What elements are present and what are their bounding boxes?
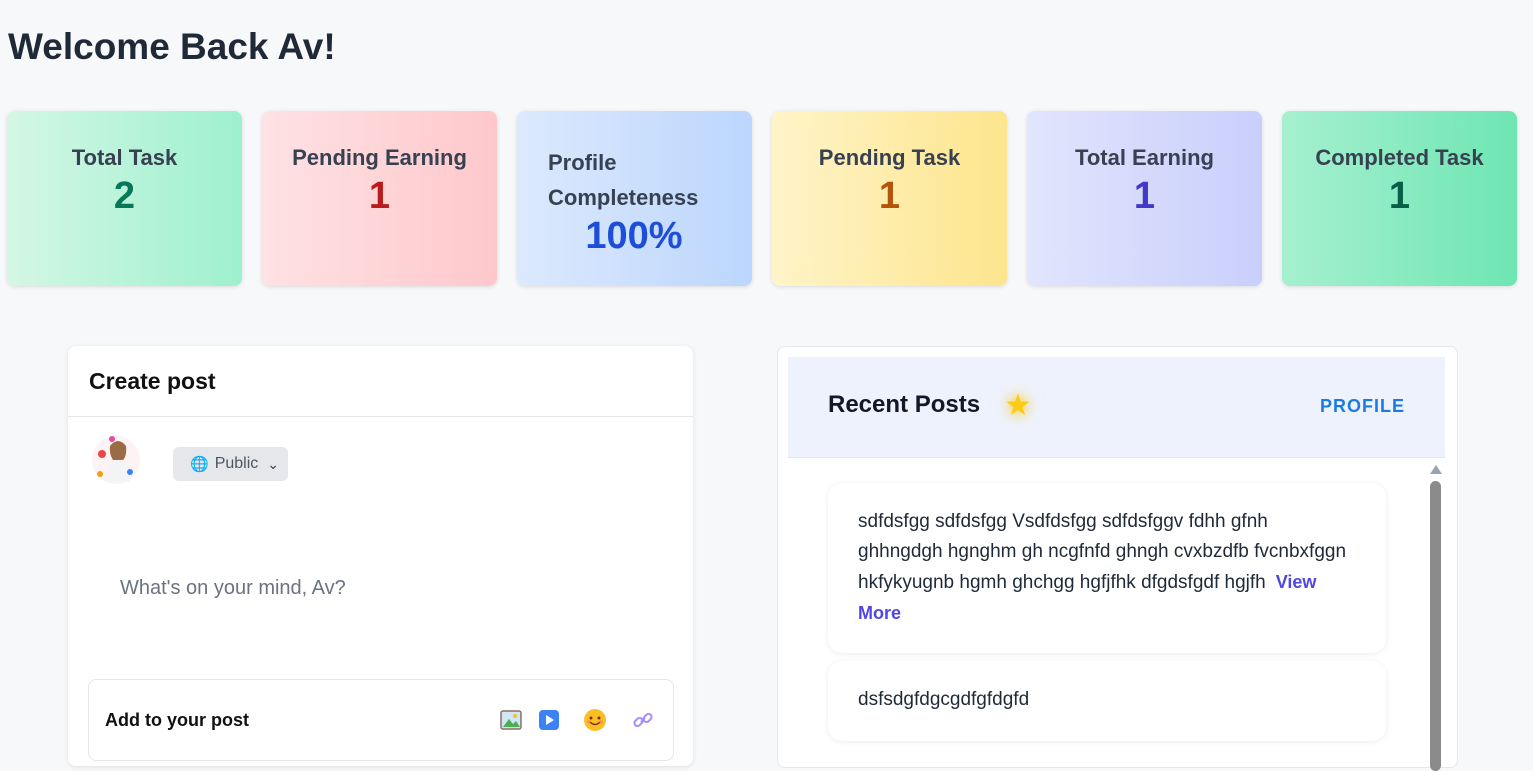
privacy-select[interactable]: 🌐 Public ⌄ xyxy=(173,447,288,481)
star-icon: ★ xyxy=(1004,388,1032,422)
privacy-value: Public xyxy=(214,455,259,472)
stat-label: Profile Completeness xyxy=(548,150,699,210)
stat-value: 1 xyxy=(1133,175,1156,217)
post-text: dsfsdgfdgcgdfgfdgfd xyxy=(858,689,1030,710)
post-text: sdfdsfgg sdfdsfgg Vsdfdsfgg sdfdsfggv fd… xyxy=(858,511,1347,593)
video-icon[interactable] xyxy=(537,708,561,732)
stat-card-total-task: Total Task 2 xyxy=(7,111,242,286)
stat-card-total-earning: Total Earning 1 xyxy=(1027,111,1262,286)
stat-value: 100% xyxy=(585,215,683,257)
profile-link[interactable]: PROFILE xyxy=(1320,396,1405,417)
stat-value: 1 xyxy=(1388,175,1411,217)
stats-row: Total Task 2 Pending Earning 1 Profile C… xyxy=(7,111,1518,286)
stat-label: Completed Task xyxy=(1315,145,1484,170)
scroll-up-arrow-icon[interactable] xyxy=(1430,465,1442,474)
recent-posts-header: Recent Posts ★ PROFILE xyxy=(788,357,1445,458)
post-input[interactable] xyxy=(118,572,662,604)
stat-card-profile-completeness: Profile Completeness 100% xyxy=(517,111,752,286)
create-post-card: Create post 🌐 Public ⌄ Add to your post xyxy=(68,346,693,766)
stat-value: 1 xyxy=(878,175,901,217)
emoji-icon[interactable] xyxy=(583,708,607,732)
stat-label: Pending Earning xyxy=(292,145,467,170)
add-to-post-label: Add to your post xyxy=(105,710,249,730)
stat-label: Total Task xyxy=(71,145,178,170)
stat-label: Total Earning xyxy=(1075,145,1214,170)
welcome-heading: Welcome Back Av! xyxy=(8,26,336,67)
scrollbar-thumb[interactable] xyxy=(1430,481,1441,771)
globe-icon: 🌐 xyxy=(190,456,209,473)
recent-posts-title: Recent Posts xyxy=(828,391,981,418)
stat-card-pending-earning: Pending Earning 1 xyxy=(262,111,497,286)
scrollbar[interactable] xyxy=(1428,461,1442,771)
divider xyxy=(68,416,693,417)
avatar[interactable] xyxy=(90,434,142,486)
post-item: sdfdsfgg sdfdsfgg Vsdfdsfgg sdfdsfggv fd… xyxy=(828,483,1386,653)
stat-value: 2 xyxy=(113,175,136,217)
stat-value: 1 xyxy=(368,175,391,217)
link-icon[interactable] xyxy=(631,708,655,732)
post-item: dsfsdgfdgcgdfgfdgfd xyxy=(828,661,1386,741)
add-to-post-box: Add to your post xyxy=(88,679,674,761)
stat-label: Pending Task xyxy=(818,145,961,170)
stat-card-pending-task: Pending Task 1 xyxy=(772,111,1007,286)
chevron-down-icon: ⌄ xyxy=(267,455,279,472)
image-icon[interactable] xyxy=(499,708,523,732)
recent-posts-card: Recent Posts ★ PROFILE sdfdsfgg sdfdsfgg… xyxy=(777,346,1458,771)
stat-card-completed-task: Completed Task 1 xyxy=(1282,111,1517,286)
create-post-title: Create post xyxy=(89,368,216,394)
